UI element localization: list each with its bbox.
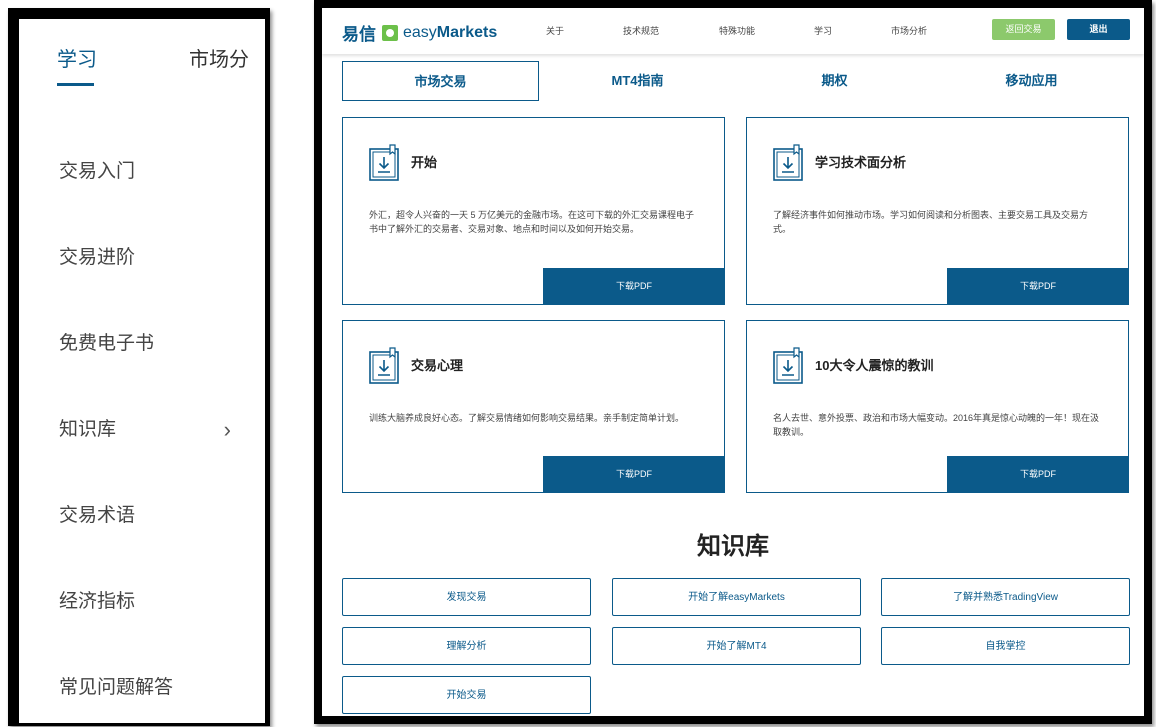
menu-item-label: 免费电子书 <box>59 333 155 354</box>
ebook-download-icon <box>369 347 399 384</box>
menu-item-knowledge-base[interactable]: 知识库 › <box>19 387 265 473</box>
ebook-card-technical-analysis: 学习技术面分析 了解经济事件如何推动市场。学习如何阅读和分析图表、主要交易工具及… <box>746 117 1129 305</box>
menu-item-label: 交易入门 <box>59 161 136 182</box>
card-title: 交易心理 <box>411 358 464 373</box>
nav-link-specs[interactable]: 技术规范 <box>623 24 659 37</box>
logout-button[interactable]: 退出 <box>1067 19 1130 40</box>
menu-item-label: 知识库 <box>59 419 117 440</box>
mobile-learn-menu: 学习 市场分 交易入门 交易进阶 免费电子书 知识库 › 交易术语 经济指标 常见问… <box>19 19 265 723</box>
card-title: 学习技术面分析 <box>815 155 907 170</box>
download-pdf-button[interactable]: 下载PDF <box>947 456 1129 493</box>
mobile-tab-market-analysis[interactable]: 市场分 <box>189 43 249 72</box>
ebook-download-icon <box>773 347 803 384</box>
top-navbar: 易信 easy Markets 关于 技术规范 特殊功能 学习 市场分析 返回交易… <box>322 8 1144 54</box>
return-to-trading-button[interactable]: 返回交易 <box>992 19 1055 40</box>
ebook-card-getting-started: 开始 外汇，超令人兴奋的一天 5 万亿美元的金融市场。在这可下载的外汇交易课程电… <box>342 117 725 305</box>
kb-link-self-control[interactable]: 自我掌控 <box>881 627 1130 665</box>
menu-item-label: 常见问题解答 <box>59 677 174 698</box>
menu-item-label: 交易术语 <box>59 505 136 526</box>
card-description: 了解经济事件如何推动市场。学习如何阅读和分析图表、主要交易工具及交易方式。 <box>773 210 1089 234</box>
card-title: 10大令人震惊的教训 <box>815 358 934 373</box>
tab-mt4-guide[interactable]: MT4指南 <box>539 61 736 101</box>
kb-link-about-mt4[interactable]: 开始了解MT4 <box>612 627 861 665</box>
download-pdf-button[interactable]: 下载PDF <box>947 268 1129 305</box>
download-pdf-button[interactable]: 下载PDF <box>543 456 725 493</box>
tab-market-trading[interactable]: 市场交易 <box>342 61 539 101</box>
menu-item-glossary[interactable]: 交易术语 <box>19 473 265 559</box>
ebook-download-icon <box>369 144 399 181</box>
kb-link-about-easymarkets[interactable]: 开始了解easyMarkets <box>612 578 861 616</box>
guide-tabs: 市场交易 MT4指南 期权 移动应用 <box>342 61 1130 101</box>
chevron-right-icon: › <box>223 417 231 442</box>
nav-link-about[interactable]: 关于 <box>546 24 564 37</box>
nav-link-market-analysis[interactable]: 市场分析 <box>891 24 927 37</box>
tab-mobile-apps[interactable]: 移动应用 <box>933 61 1130 101</box>
menu-item-economic-indicators[interactable]: 经济指标 <box>19 559 265 645</box>
menu-item-advanced-trading[interactable]: 交易进阶 <box>19 215 265 301</box>
ebook-card-trading-psychology: 交易心理 训练大脑养成良好心态。了解交易情绪如何影响交易结果。亲手制定简单计划。… <box>342 320 725 493</box>
card-description: 外汇，超令人兴奋的一天 5 万亿美元的金融市场。在这可下载的外汇交易课程电子书中… <box>369 210 695 234</box>
ebook-card-top-10-lessons: 10大令人震惊的教训 名人去世、意外投票、政治和市场大幅变动。2016年真是惊心… <box>746 320 1129 493</box>
card-title: 开始 <box>411 155 438 170</box>
mobile-tab-learn[interactable]: 学习 <box>57 43 97 72</box>
kb-link-tradingview[interactable]: 了解并熟悉TradingView <box>881 578 1130 616</box>
kb-link-start-trading[interactable]: 开始交易 <box>342 676 591 714</box>
menu-item-label: 交易进阶 <box>59 247 136 268</box>
kb-link-understand-analysis[interactable]: 理解分析 <box>342 627 591 665</box>
menu-item-trading-basics[interactable]: 交易入门 <box>19 129 265 215</box>
active-tab-indicator <box>57 83 94 86</box>
ebook-download-icon <box>773 144 803 181</box>
mobile-tab-bar: 学习 市场分 <box>57 43 265 72</box>
menu-item-free-ebooks[interactable]: 免费电子书 <box>19 301 265 387</box>
tab-options[interactable]: 期权 <box>736 61 933 101</box>
menu-item-faq[interactable]: 常见问题解答 <box>19 645 265 723</box>
download-pdf-button[interactable]: 下载PDF <box>543 268 725 305</box>
knowledge-base-title: 知识库 <box>697 533 769 560</box>
nav-link-features[interactable]: 特殊功能 <box>719 24 755 37</box>
nav-link-learn[interactable]: 学习 <box>814 24 832 37</box>
kb-link-discover-trading[interactable]: 发现交易 <box>342 578 591 616</box>
mobile-menu-list: 交易入门 交易进阶 免费电子书 知识库 › 交易术语 经济指标 常见问题解答 <box>19 129 265 723</box>
menu-item-label: 经济指标 <box>59 591 136 612</box>
desktop-screenshot-frame: 易信 easy Markets 关于 技术规范 特殊功能 学习 市场分析 返回交易… <box>314 0 1152 724</box>
card-description: 训练大脑养成良好心态。了解交易情绪如何影响交易结果。亲手制定简单计划。 <box>369 413 685 423</box>
card-description: 名人去世、意外投票、政治和市场大幅变动。2016年真是惊心动魄的一年！现在汲取教… <box>773 413 1100 437</box>
mobile-screenshot-frame: 学习 市场分 交易入门 交易进阶 免费电子书 知识库 › 交易术语 经济指标 常见问… <box>8 8 270 726</box>
desktop-learn-page: 易信 easy Markets 关于 技术规范 特殊功能 学习 市场分析 返回交易… <box>322 8 1144 716</box>
